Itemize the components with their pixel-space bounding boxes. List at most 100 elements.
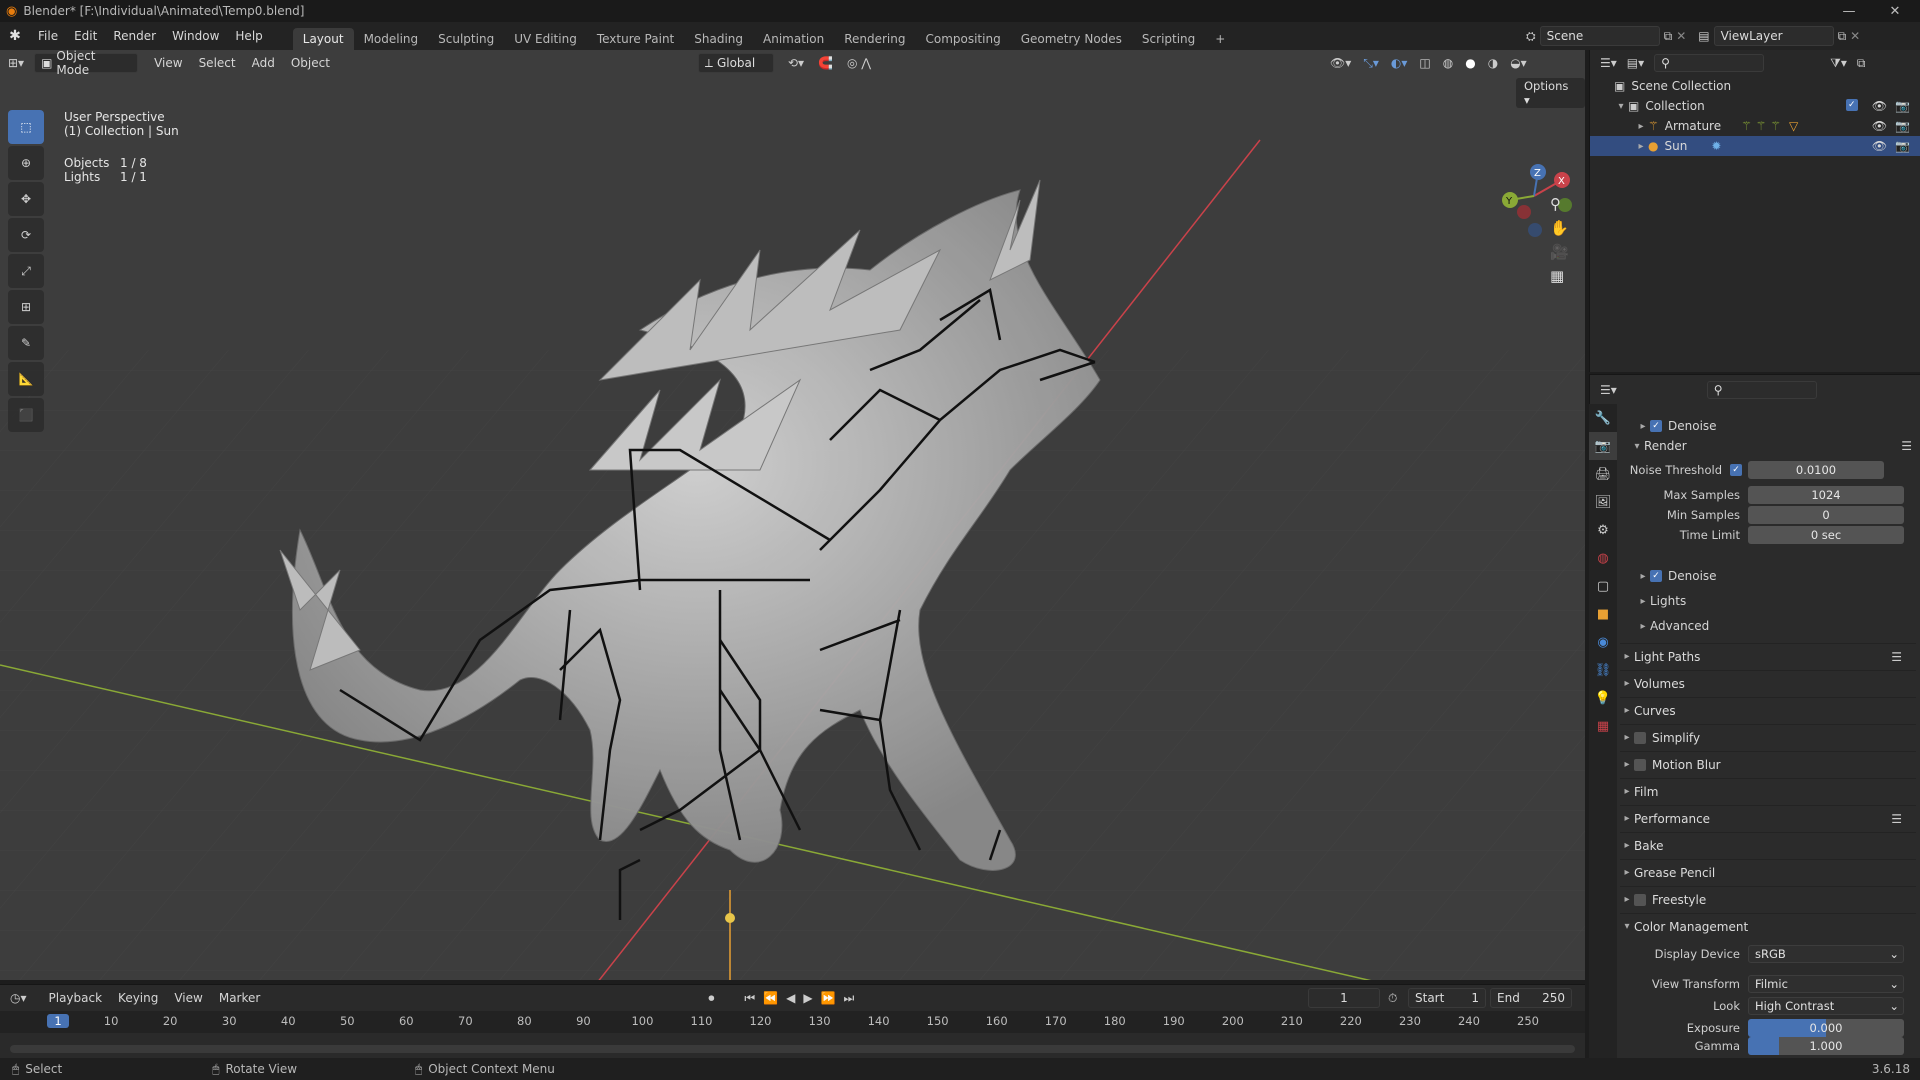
zoom-icon[interactable]: ⚲ <box>1550 195 1569 213</box>
menu-file[interactable]: File <box>30 22 66 50</box>
rotate-tool[interactable]: ⟳ <box>8 218 44 252</box>
transform-orientation-selector[interactable]: ⟂ Global <box>697 53 774 73</box>
add-workspace-button[interactable]: + <box>1205 28 1235 50</box>
tab-rendering[interactable]: Rendering <box>834 28 915 50</box>
measure-tool[interactable]: 📐 <box>8 362 44 396</box>
visibility-icon[interactable]: 👁▾ <box>1330 56 1351 71</box>
editor-type-icon[interactable]: ⊞▾ <box>8 56 24 70</box>
render-tab-icon[interactable]: 📷 <box>1589 432 1617 460</box>
outliner-item-sun[interactable]: ▸ ● Sun ✹ 👁 📷 <box>1590 136 1920 156</box>
current-frame-marker[interactable]: 1 <box>47 1014 69 1028</box>
menu-edit[interactable]: Edit <box>66 22 105 50</box>
properties-search-input[interactable]: ⚲ <box>1706 381 1817 399</box>
camera-icon[interactable]: 📷 <box>1895 139 1910 153</box>
panel-film[interactable]: ▸ Film <box>1620 778 1916 804</box>
jump-end-icon[interactable]: ⏭ <box>844 991 855 1006</box>
3d-viewport[interactable]: X Z Y ⚲ ✋ 🎥 ▦ User Perspective (1) Colle… <box>0 50 1585 980</box>
new-collection-icon[interactable]: ⧉ <box>1857 56 1866 71</box>
panel-grease-pencil[interactable]: ▸ Grease Pencil <box>1620 859 1916 885</box>
panel-freestyle[interactable]: ▸ Freestyle <box>1620 886 1916 912</box>
outliner-collection[interactable]: ▾ ▣ Collection ✓ 👁 📷 <box>1590 96 1920 116</box>
minimize-button[interactable]: — <box>1826 0 1872 22</box>
timeline-menu-marker[interactable]: Marker <box>211 991 268 1005</box>
select-box-tool[interactable]: ⬚ <box>8 110 44 144</box>
frame-ruler[interactable]: 1 10 20 30 40 50 60 70 80 90 100 110 120 130 140 150 160… <box>0 1011 1585 1033</box>
texture-tab-icon[interactable]: ▦ <box>1589 712 1617 740</box>
delete-scene-icon[interactable]: ✕ <box>1676 29 1686 43</box>
cursor-tool[interactable]: ⊕ <box>8 146 44 180</box>
camera-icon[interactable]: 📷 <box>1895 119 1910 133</box>
eye-icon[interactable]: 👁 <box>1872 139 1887 153</box>
advanced-subpanel[interactable]: ▸ Advanced <box>1636 615 1920 637</box>
outliner-scene-collection[interactable]: ▣ Scene Collection <box>1590 76 1920 96</box>
panel-light-paths[interactable]: ▸ Light Paths ☰ <box>1620 643 1916 669</box>
timeline-menu-keying[interactable]: Keying <box>110 991 166 1005</box>
min-samples-field[interactable]: 0 <box>1748 506 1904 524</box>
rendered-shading-icon[interactable]: ◒▾ <box>1510 56 1527 71</box>
record-icon[interactable]: ⏺ <box>708 991 714 1006</box>
timeline-menu-view[interactable]: View <box>166 991 210 1005</box>
object-tab-icon[interactable]: ■ <box>1589 600 1617 628</box>
timeline-menu-playback[interactable]: Playback <box>41 991 111 1005</box>
list-icon[interactable]: ☰ <box>1891 812 1902 826</box>
solid-shading-icon[interactable]: ● <box>1465 56 1475 71</box>
lights-subpanel[interactable]: ▸ Lights <box>1636 590 1920 612</box>
camera-icon[interactable]: 📷 <box>1895 99 1910 113</box>
new-scene-icon[interactable]: ⧉ <box>1664 29 1673 44</box>
snap-icon[interactable]: 🧲 <box>818 56 833 70</box>
timeline-editor[interactable]: ◷▾ Playback Keying View Marker ⏺ ⏮ ⏪ ◀ ▶… <box>0 984 1585 1058</box>
viewport-canvas[interactable]: X Z Y <box>0 50 1585 980</box>
tab-modeling[interactable]: Modeling <box>354 28 429 50</box>
tool-tab-icon[interactable]: 🔧 <box>1589 404 1617 432</box>
sun-lamp-origin[interactable] <box>725 913 735 923</box>
material-shading-icon[interactable]: ◑ <box>1488 56 1498 71</box>
scale-tool[interactable]: ⤢ <box>8 254 44 288</box>
tab-uv-editing[interactable]: UV Editing <box>504 28 587 50</box>
viewport-menu-view[interactable]: View <box>146 56 190 70</box>
list-icon[interactable]: ☰ <box>1901 439 1912 453</box>
denoise-top-row[interactable]: ▸ ✓ Denoise <box>1636 415 1920 437</box>
timeline-editor-icon[interactable]: ◷▾ <box>10 991 27 1005</box>
collection-checkbox[interactable]: ✓ <box>1845 99 1858 111</box>
next-keyframe-icon[interactable]: ⏩ <box>821 991 836 1005</box>
properties-editor-icon[interactable]: ☰▾ <box>1600 383 1617 397</box>
time-limit-field[interactable]: 0 sec <box>1748 526 1904 544</box>
end-frame-field[interactable]: End 250 <box>1490 988 1572 1008</box>
tab-shading[interactable]: Shading <box>684 28 753 50</box>
tab-texture-paint[interactable]: Texture Paint <box>587 28 684 50</box>
exposure-slider[interactable]: 0.000 <box>1748 1019 1904 1037</box>
delete-view-layer-icon[interactable]: ✕ <box>1850 29 1860 43</box>
tab-layout[interactable]: Layout <box>292 28 354 50</box>
tab-compositing[interactable]: Compositing <box>915 28 1010 50</box>
blender-menu-icon[interactable]: ✱ <box>0 28 30 44</box>
simplify-checkbox[interactable] <box>1634 731 1646 744</box>
timeline-scrollbar[interactable] <box>10 1045 1575 1053</box>
add-cube-tool[interactable]: ⬛ <box>8 398 44 432</box>
denoise-top-checkbox[interactable]: ✓ <box>1650 420 1662 432</box>
physics-tab-icon[interactable]: ◉ <box>1589 628 1617 656</box>
xray-icon[interactable]: ◫ <box>1419 56 1430 71</box>
render-subpanel-header[interactable]: ▾ Render ☰ <box>1630 435 1920 457</box>
display-mode-icon[interactable]: ▤▾ <box>1627 56 1644 70</box>
viewport-menu-select[interactable]: Select <box>191 56 244 70</box>
mode-selector[interactable]: ▣ Object Mode <box>34 49 139 77</box>
wireframe-shading-icon[interactable]: ◍ <box>1443 56 1453 71</box>
gizmo-toggle-icon[interactable]: ⤡▾ <box>1363 56 1379 71</box>
view-transform-dropdown[interactable]: Filmic ⌄ <box>1748 975 1904 993</box>
freestyle-checkbox[interactable] <box>1634 893 1646 906</box>
close-button[interactable]: ✕ <box>1872 0 1918 22</box>
prev-keyframe-icon[interactable]: ⏪ <box>763 991 778 1005</box>
panel-volumes[interactable]: ▸ Volumes <box>1620 670 1916 696</box>
pan-hand-icon[interactable]: ✋ <box>1550 219 1569 237</box>
clock-icon[interactable]: ⏱ <box>1388 991 1397 1006</box>
proportional-edit-icon[interactable]: ◎ ⋀ <box>847 56 871 70</box>
tab-animation[interactable]: Animation <box>753 28 834 50</box>
outliner-search-input[interactable]: ⚲ <box>1654 54 1765 72</box>
filter-icon[interactable]: ⧩▾ <box>1830 56 1847 71</box>
jump-start-icon[interactable]: ⏮ <box>744 991 755 1006</box>
gamma-slider[interactable]: 1.000 <box>1748 1037 1904 1055</box>
list-icon[interactable]: ☰ <box>1891 650 1902 664</box>
noise-threshold-field[interactable]: 0.0100 <box>1748 461 1884 479</box>
noise-threshold-checkbox[interactable]: ✓ <box>1730 464 1742 476</box>
display-device-dropdown[interactable]: sRGB ⌄ <box>1748 945 1904 963</box>
